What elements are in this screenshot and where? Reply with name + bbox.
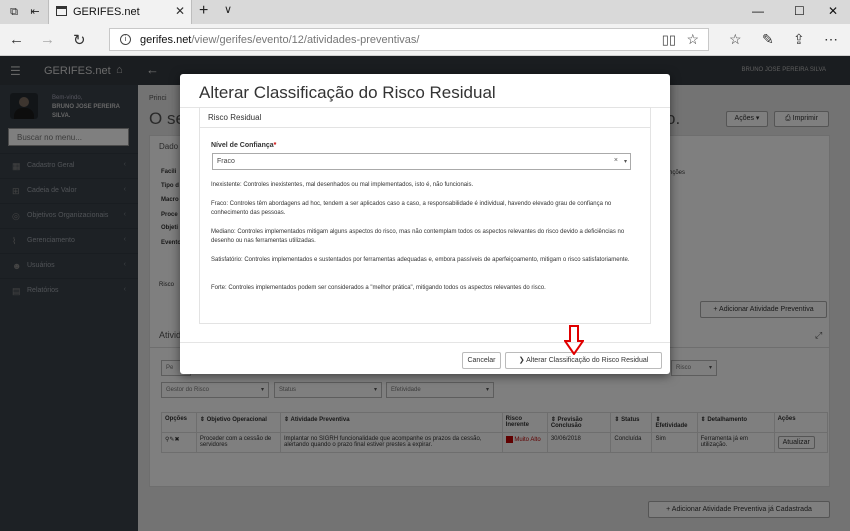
url-path: /view/gerifes/evento/12/atividades-preve… [191, 34, 420, 46]
browser-address-bar: ← → ↻ i gerifes.net/view/gerifes/evento/… [0, 24, 850, 56]
annotation-arrow-icon [564, 325, 584, 355]
nivel-confianca-text: Nível de Confiança [211, 142, 274, 149]
required-mark: * [273, 142, 277, 149]
close-window-icon[interactable]: ✕ [828, 4, 838, 18]
url-text: gerifes.net/view/gerifes/evento/12/ativi… [140, 34, 419, 46]
new-tab-icon[interactable]: + [199, 2, 208, 20]
browser-tab[interactable]: GERIFES.net ✕ [48, 0, 192, 24]
close-tab-icon[interactable]: ✕ [175, 4, 185, 18]
desc-inexistente: Inexistente: Controles inexistentes, mal… [211, 182, 474, 188]
more-icon[interactable]: ⋯ [824, 31, 838, 48]
back-icon[interactable]: ← [9, 31, 24, 48]
favorite-star-icon[interactable]: ☆ [686, 31, 699, 48]
reading-view-icon[interactable]: ▯▯ [662, 32, 676, 48]
selected-value: Fraco [217, 158, 235, 165]
url-field[interactable]: i gerifes.net/view/gerifes/evento/12/ati… [109, 28, 709, 51]
desc-forte: Forte: Controles implementados podem ser… [211, 285, 546, 291]
set-aside-tabs-icon[interactable]: ⇤ [27, 4, 43, 20]
web-note-icon[interactable]: ✎ [762, 31, 774, 48]
desc-mediano: Mediano: Controles implementados mitigam… [211, 229, 625, 244]
forward-icon[interactable]: → [40, 31, 55, 48]
page-favicon-icon [56, 6, 67, 16]
risco-residual-heading: Risco Residual [200, 108, 650, 128]
share-icon[interactable]: ⇪ [793, 31, 805, 48]
risco-residual-box: Risco Residual Nível de Confiança* Fraco… [199, 107, 651, 324]
favorites-hub-icon[interactable]: ☆ [729, 31, 742, 48]
modal-title: Alterar Classificação do Risco Residual [199, 83, 496, 102]
nivel-confianca-select[interactable]: Fraco × ▾ [212, 153, 631, 170]
modal-dialog: Alterar Classificação do Risco Residual … [180, 74, 670, 374]
nivel-confianca-label: Nível de Confiança* [211, 142, 276, 149]
refresh-icon[interactable]: ↻ [73, 31, 86, 49]
tab-title: GERIFES.net [73, 6, 140, 18]
cancel-button[interactable]: Cancelar [462, 352, 501, 369]
maximize-icon[interactable]: ☐ [794, 4, 805, 18]
tab-preview-chevron-icon[interactable]: ∨ [224, 3, 232, 16]
browser-tab-bar: ⧉ ⇤ GERIFES.net ✕ + ∨ — ☐ ✕ [0, 0, 850, 24]
site-info-icon[interactable]: i [120, 34, 131, 45]
url-host: gerifes.net [140, 34, 192, 46]
desc-fraco: Fraco: Controles têm abordagens ad hoc, … [211, 201, 612, 216]
minimize-icon[interactable]: — [752, 4, 764, 18]
clear-selection-icon[interactable]: × [614, 157, 618, 164]
modal-footer-divider [180, 342, 670, 343]
caret-down-icon[interactable]: ▾ [624, 158, 627, 165]
desc-satisfatorio: Satisfatório: Controles implementados e … [211, 257, 630, 263]
tab-actions-icon[interactable]: ⧉ [6, 4, 22, 20]
